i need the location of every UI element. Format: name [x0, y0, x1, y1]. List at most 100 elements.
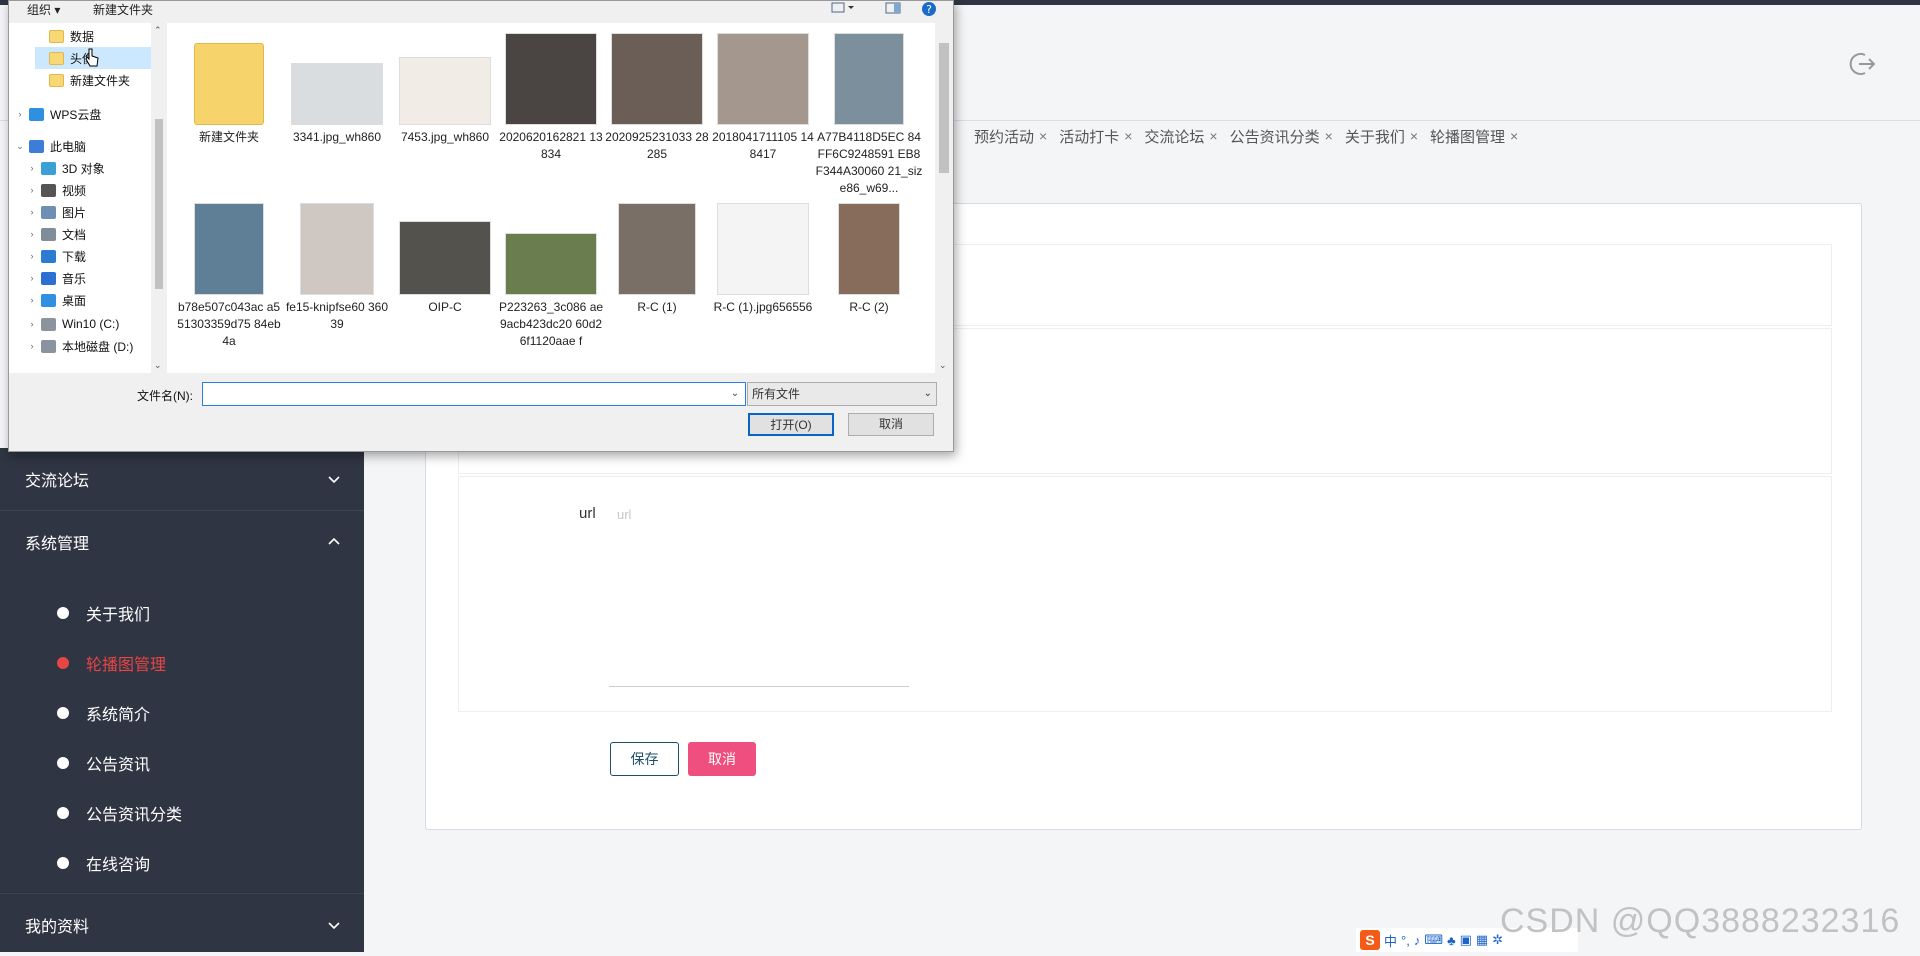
- tree-item[interactable]: › 图片: [27, 201, 151, 223]
- menu-profile[interactable]: 我的资料: [0, 894, 364, 956]
- tree-item-label: 文档: [62, 227, 87, 242]
- tab-item[interactable]: 活动打卡 ×: [1051, 124, 1136, 148]
- tab-item[interactable]: 公告资讯分类 ×: [1222, 124, 1337, 148]
- expand-icon[interactable]: ›: [27, 251, 37, 261]
- dialog-cancel-button[interactable]: 取消: [848, 413, 934, 436]
- expand-icon[interactable]: ›: [27, 295, 37, 305]
- tab-item[interactable]: 预约活动 ×: [966, 124, 1051, 148]
- filename-input[interactable]: [202, 382, 746, 406]
- skin-icon[interactable]: ♣: [1447, 933, 1456, 948]
- files-scroll-thumb[interactable]: [939, 43, 949, 173]
- expand-icon[interactable]: ›: [27, 341, 37, 351]
- image-file-item[interactable]: R-C (2): [815, 203, 923, 316]
- tab-item[interactable]: 轮播图管理 ×: [1422, 124, 1522, 148]
- expand-icon[interactable]: ›: [27, 185, 37, 195]
- close-icon[interactable]: ×: [1039, 128, 1047, 144]
- ime-mode[interactable]: 中: [1384, 931, 1397, 950]
- submenu-item[interactable]: 轮播图管理: [0, 638, 364, 688]
- close-icon[interactable]: ×: [1410, 128, 1418, 144]
- logout-icon[interactable]: [1848, 50, 1876, 78]
- scroll-up-icon[interactable]: ⌃: [154, 25, 162, 36]
- tree-item[interactable]: › 文档: [27, 223, 151, 245]
- expand-icon[interactable]: ›: [27, 163, 37, 173]
- close-icon[interactable]: ×: [1325, 128, 1333, 144]
- submenu-item[interactable]: 在线咨询: [0, 838, 364, 888]
- expand-icon[interactable]: ›: [27, 207, 37, 217]
- scroll-down-icon[interactable]: ⌄: [154, 360, 162, 371]
- submenu-item[interactable]: 公告资讯分类: [0, 788, 364, 838]
- apps-icon[interactable]: ▦: [1476, 932, 1488, 948]
- image-file-item[interactable]: 3341.jpg_wh860: [283, 33, 391, 146]
- open-button[interactable]: 打开(O): [748, 413, 834, 436]
- submenu-item[interactable]: 关于我们: [0, 588, 364, 638]
- expand-icon[interactable]: ›: [27, 319, 37, 329]
- close-icon[interactable]: ×: [1124, 128, 1132, 144]
- image-file-item[interactable]: fe15-knipfse60 36039: [283, 203, 391, 333]
- folder-icon: [49, 51, 64, 65]
- keyboard-icon[interactable]: ⌨: [1424, 932, 1443, 948]
- close-icon[interactable]: ×: [1510, 128, 1518, 144]
- image-file-item[interactable]: R-C (1): [603, 203, 711, 316]
- tree-item[interactable]: 数据: [35, 25, 151, 47]
- save-button[interactable]: 保存: [610, 742, 679, 776]
- tree-item-label: 数据: [70, 29, 95, 44]
- file-open-dialog: 组织 ▾ 新建文件夹 ? 数据 头像 新建文件夹 › WPS云盘 ⌄ 此电脑 › 3D 对象 › 视…: [8, 0, 954, 452]
- menu-system[interactable]: 系统管理: [0, 511, 364, 573]
- expand-icon[interactable]: ›: [27, 273, 37, 283]
- expand-icon[interactable]: ⌄: [15, 141, 25, 152]
- punctuation-icon[interactable]: °,: [1401, 933, 1410, 948]
- image-file-item[interactable]: b78e507c043ac a551303359d75 84eb4a: [175, 203, 283, 350]
- tree-item[interactable]: › Win10 (C:): [27, 313, 151, 335]
- filename-dropdown-icon[interactable]: ⌄: [726, 383, 744, 405]
- image-file-item[interactable]: 7453.jpg_wh860: [391, 33, 499, 146]
- tree-item[interactable]: › 3D 对象: [27, 157, 151, 179]
- folder-item[interactable]: 新建文件夹: [175, 33, 283, 146]
- file-type-filter[interactable]: 所有文件 ⌄: [747, 382, 937, 406]
- toolbox-icon[interactable]: ▣: [1460, 932, 1472, 948]
- url-textarea[interactable]: [609, 503, 909, 687]
- tree-item[interactable]: 新建文件夹: [35, 69, 151, 91]
- expand-icon[interactable]: ›: [27, 229, 37, 239]
- file-name: 3341.jpg_wh860: [292, 130, 382, 144]
- tree-item[interactable]: › 下载: [27, 245, 151, 267]
- menu-profile-label: 我的资料: [25, 919, 90, 936]
- scroll-down-icon[interactable]: ⌄: [939, 360, 947, 371]
- image-file-item[interactable]: R-C (1).jpg656556: [709, 203, 817, 316]
- new-folder-button[interactable]: 新建文件夹: [93, 1, 153, 18]
- desktop-icon: [41, 293, 56, 307]
- tree-item-label: 下载: [62, 249, 87, 264]
- view-options-icon[interactable]: [831, 2, 855, 14]
- menu-forum-label: 交流论坛: [25, 473, 90, 490]
- help-icon[interactable]: ?: [921, 1, 937, 17]
- submenu-item[interactable]: 公告资讯: [0, 738, 364, 788]
- microphone-icon[interactable]: ♪: [1414, 933, 1421, 948]
- preview-pane-icon[interactable]: [885, 2, 901, 14]
- hand-cursor-icon: [85, 48, 99, 67]
- cancel-button[interactable]: 取消: [688, 742, 756, 776]
- tree-item[interactable]: › 音乐: [27, 267, 151, 289]
- tree-item[interactable]: › 桌面: [27, 289, 151, 311]
- menu-forum[interactable]: 交流论坛: [0, 448, 364, 510]
- tree-scroll-thumb[interactable]: [155, 119, 163, 289]
- image-file-item[interactable]: 2018041711105 148417: [709, 33, 817, 163]
- tree-item[interactable]: › WPS云盘: [15, 103, 151, 125]
- tree-item[interactable]: › 本地磁盘 (D:): [27, 335, 151, 357]
- image-file-item[interactable]: 2020925231033 28285: [603, 33, 711, 163]
- tree-item[interactable]: ⌄ 此电脑: [15, 135, 151, 157]
- image-file-item[interactable]: A77B4118D5EC 84FF6C9248591 EB8F344A30060…: [815, 33, 923, 197]
- expand-icon[interactable]: ›: [15, 109, 25, 119]
- image-file-item[interactable]: OIP-C: [391, 203, 499, 316]
- submenu-item[interactable]: 系统简介: [0, 688, 364, 738]
- image-file-item[interactable]: 2020620162821 13834: [497, 33, 605, 163]
- tab-item[interactable]: 交流论坛 ×: [1136, 124, 1221, 148]
- tree-item[interactable]: › 视频: [27, 179, 151, 201]
- close-icon[interactable]: ×: [1209, 128, 1217, 144]
- files-scrollbar[interactable]: ⌄: [935, 23, 953, 373]
- organize-menu[interactable]: 组织 ▾: [27, 1, 60, 18]
- tab-item[interactable]: 关于我们 ×: [1337, 124, 1422, 148]
- image-file-item[interactable]: P223263_3c086 ae9acb423dc20 60d26f1120aa…: [497, 203, 605, 350]
- file-name: b78e507c043ac a551303359d75 84eb4a: [177, 300, 281, 348]
- image-thumbnail: [194, 203, 264, 295]
- tree-scrollbar[interactable]: ⌃ ⌄: [151, 23, 167, 373]
- submenu-item-label: 轮播图管理: [86, 657, 167, 674]
